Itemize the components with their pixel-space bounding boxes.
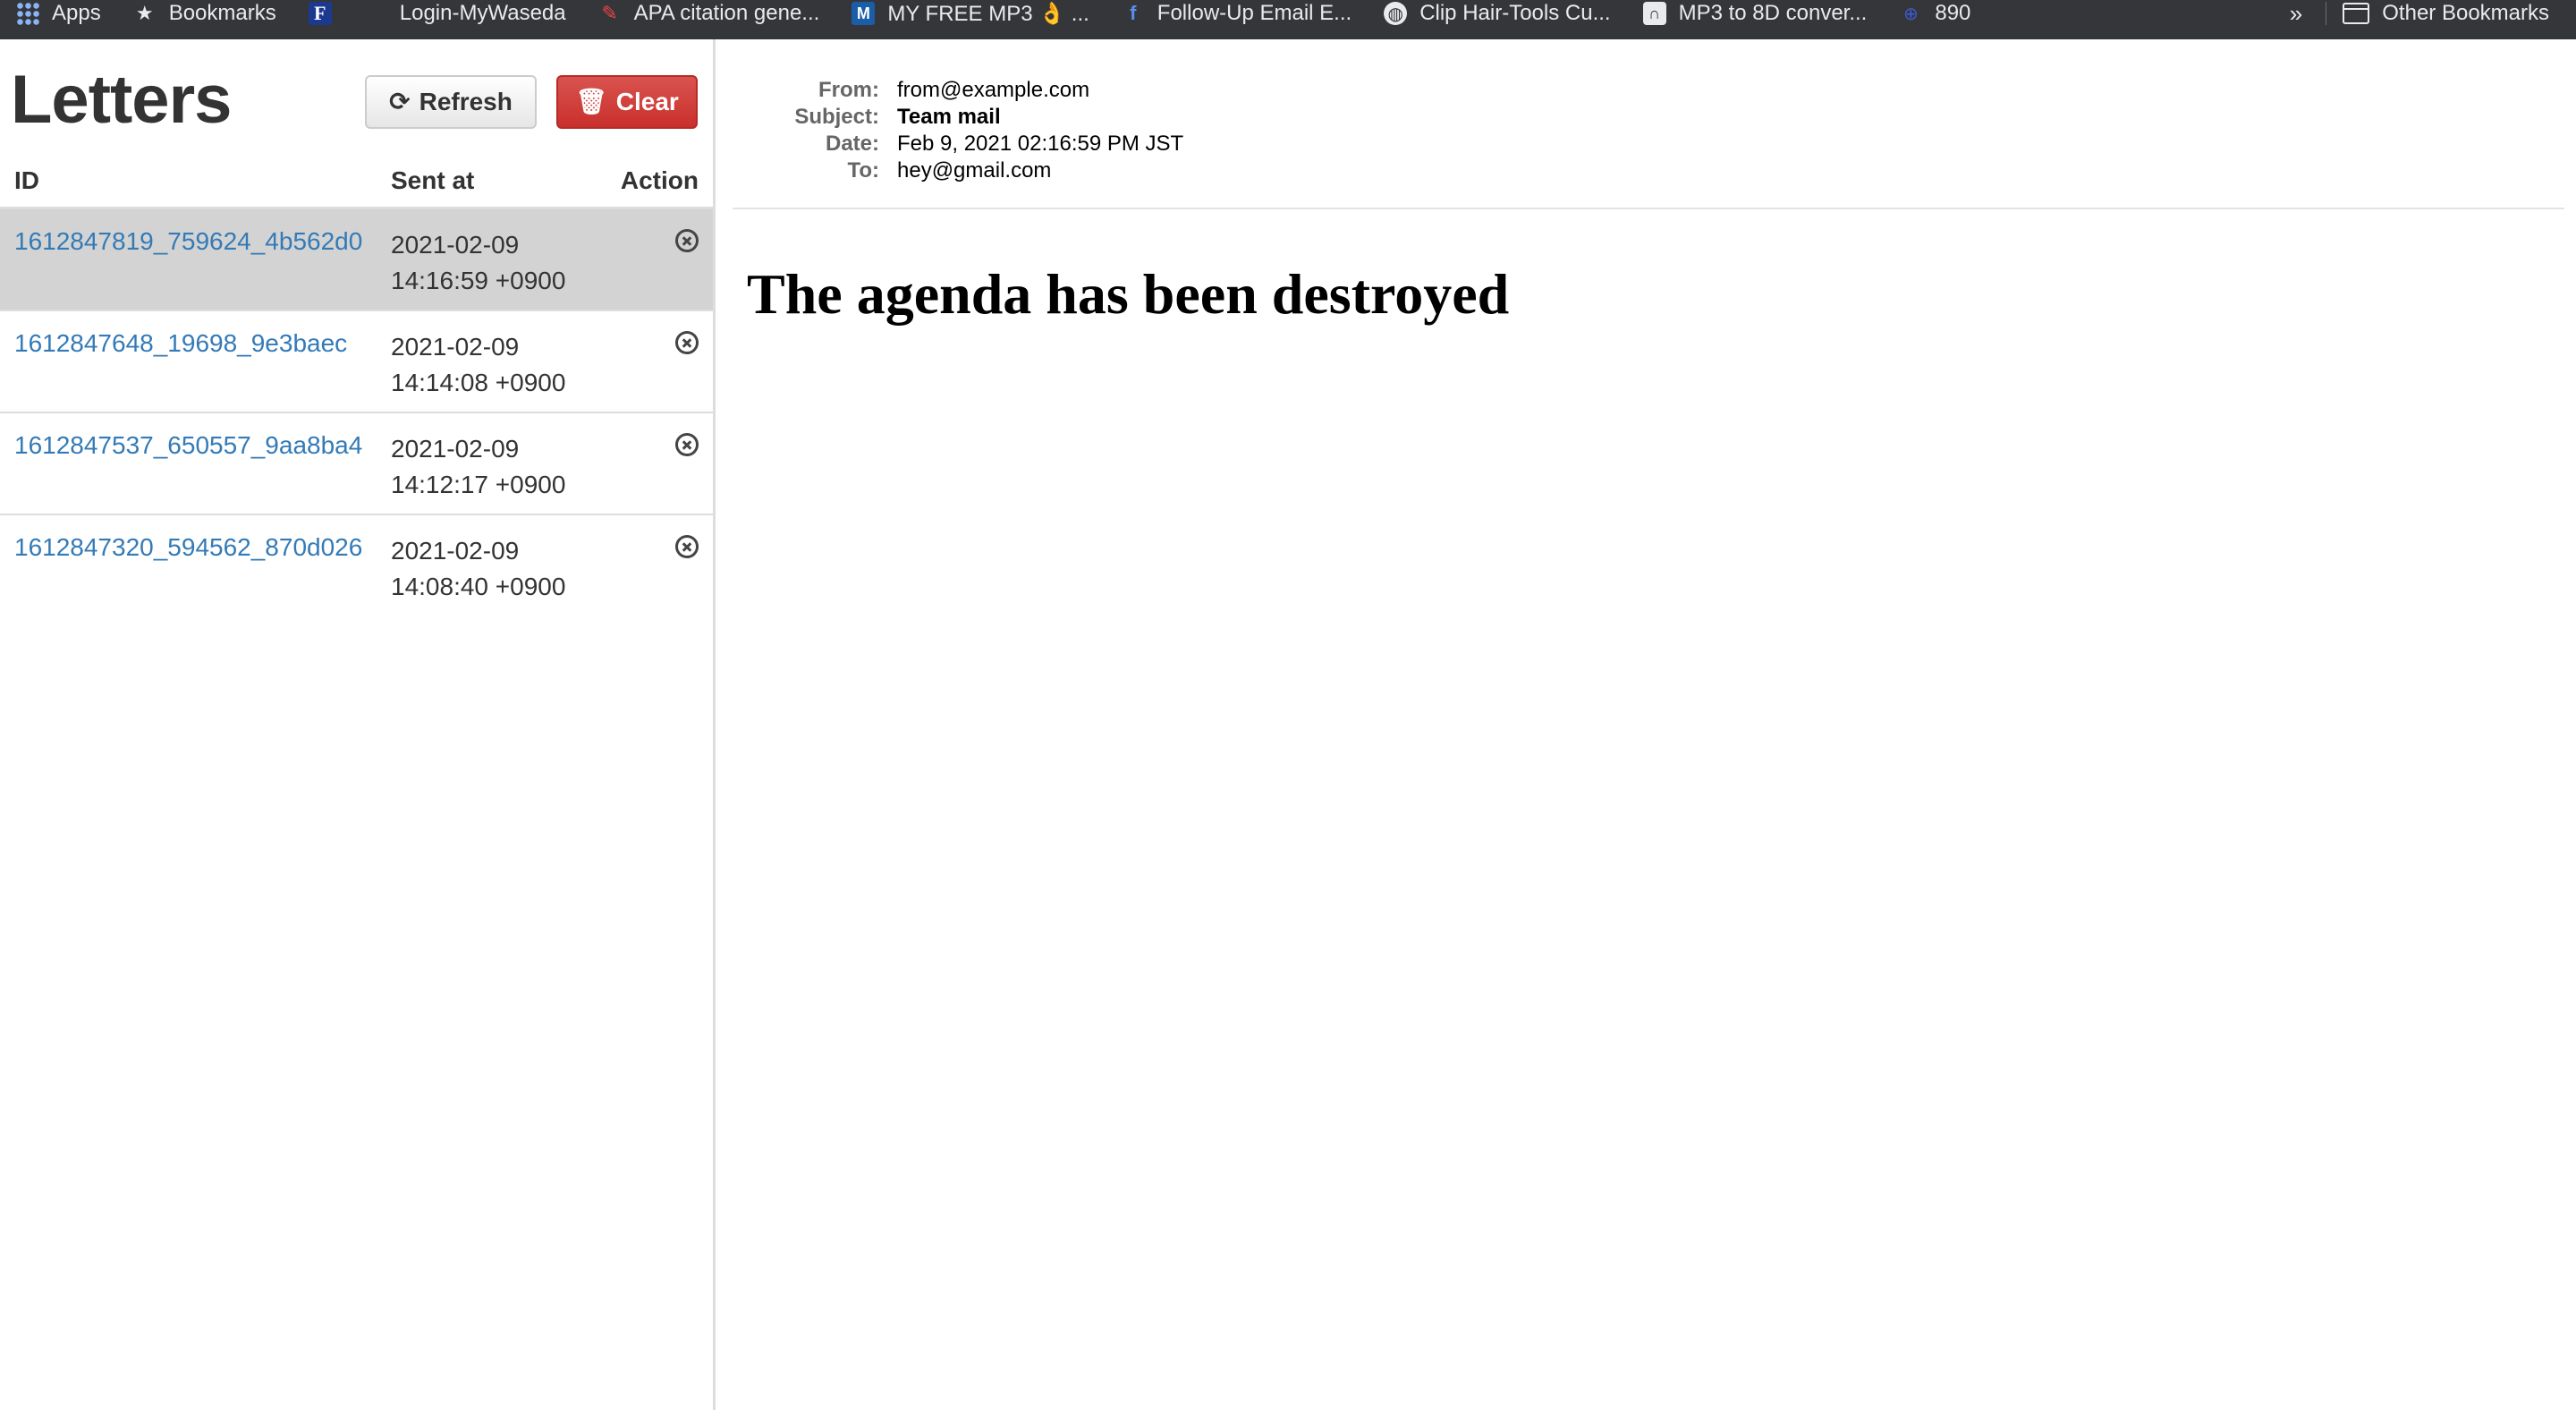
subject-label: Subject: <box>794 105 879 129</box>
from-label: From: <box>818 78 879 102</box>
bookmarks-overflow-button[interactable]: » <box>2277 0 2315 28</box>
bookmark-label: Follow-Up Email E... <box>1157 1 1352 25</box>
other-bookmarks[interactable]: Other Bookmarks <box>2337 1 2576 26</box>
letters-table: ID Sent at Action 1612847819_759624_4b56… <box>0 156 713 617</box>
table-row[interactable]: 1612847537_650557_9aa8ba4 2021-02-09 14:… <box>0 413 713 515</box>
sent-at: 2021-02-09 14:14:08 +0900 <box>391 329 565 401</box>
sent-at: 2021-02-09 14:12:17 +0900 <box>391 431 565 503</box>
table-row[interactable]: 1612847648_19698_9e3baec 2021-02-09 14:1… <box>0 311 713 413</box>
column-header-action: Action <box>620 166 699 194</box>
bookmark-f-site[interactable]: F <box>292 0 348 33</box>
header-subject: Subject: Team mail <box>718 104 1183 131</box>
sent-time: 14:12:17 +0900 <box>391 471 566 498</box>
headphones-icon: ∩ <box>1642 2 1666 25</box>
other-bookmarks-label: Other Bookmarks <box>2382 1 2549 25</box>
bookmark-label: APA citation gene... <box>633 1 820 25</box>
bookmark-label: Apps <box>52 1 101 25</box>
trash-icon: 🗑 <box>575 88 607 115</box>
letter-id-link[interactable]: 1612847537_650557_9aa8ba4 <box>14 431 362 460</box>
bookmark-label: MP3 to 8D conver... <box>1678 1 1868 25</box>
apa-icon: ✎ <box>601 2 618 24</box>
bookmark-my-free-mp3[interactable]: M MY FREE MP3 👌 ... <box>835 0 1105 33</box>
bookmark-clip-hair-tools[interactable]: ◍ Clip Hair-Tools Cu... <box>1368 0 1626 33</box>
sent-date: 2021-02-09 <box>391 231 520 259</box>
table-row[interactable]: 1612847819_759624_4b562d0 2021-02-09 14:… <box>0 209 713 311</box>
bookmark-890[interactable]: ⊕ 890 <box>1883 0 1987 33</box>
to-label: To: <box>847 158 879 183</box>
sent-time: 14:08:40 +0900 <box>391 573 566 600</box>
message-body: The agenda has been destroyed <box>747 262 1510 326</box>
apps-grid-icon <box>16 2 39 25</box>
star-icon: ★ <box>135 2 154 24</box>
to-value: hey@gmail.com <box>897 158 1052 183</box>
message-headers: From: from@example.com Subject: Team mai… <box>718 77 1183 184</box>
m-logo-icon: M <box>852 2 876 25</box>
bookmark-mp3-to-8d[interactable]: ∩ MP3 to 8D conver... <box>1627 0 1884 33</box>
header-to: To: hey@gmail.com <box>718 157 1183 184</box>
refresh-icon: ⟳ <box>389 88 411 115</box>
bookmark-follow-up-email[interactable]: f Follow-Up Email E... <box>1106 0 1368 33</box>
sent-at: 2021-02-09 14:16:59 +0900 <box>391 227 565 299</box>
bookmark-label: Clip Hair-Tools Cu... <box>1419 1 1611 25</box>
column-header-id: ID <box>14 166 39 194</box>
bookmark-login-mywaseda[interactable]: Login-MyWaseda <box>348 0 582 33</box>
bookmark-label: Login-MyWaseda <box>399 1 566 25</box>
subject-value: Team mail <box>897 105 1001 129</box>
refresh-label: Refresh <box>419 88 513 115</box>
from-value: from@example.com <box>897 78 1090 102</box>
sent-date: 2021-02-09 <box>391 435 520 463</box>
header-from: From: from@example.com <box>718 77 1183 104</box>
column-header-sent-at: Sent at <box>391 166 475 194</box>
blank-icon <box>364 2 387 25</box>
globe-icon: ◍ <box>1384 2 1408 25</box>
letter-id-link[interactable]: 1612847648_19698_9e3baec <box>14 329 347 358</box>
page-title: Letters <box>11 62 232 138</box>
bookmark-apps[interactable]: Apps <box>0 0 117 33</box>
sent-date: 2021-02-09 <box>391 537 520 565</box>
f-logo-icon: F <box>308 2 332 25</box>
sent-at: 2021-02-09 14:08:40 +0900 <box>391 533 565 605</box>
bookmark-label: MY FREE MP3 👌 ... <box>887 1 1089 26</box>
header-divider <box>733 208 2564 209</box>
clear-button[interactable]: 🗑 Clear <box>556 75 698 129</box>
site-icon: ⊕ <box>1902 4 1919 24</box>
sent-time: 14:14:08 +0900 <box>391 369 566 396</box>
bookmark-bookmarks[interactable]: ★ Bookmarks <box>117 0 292 33</box>
folder-icon <box>2343 3 2370 24</box>
letters-sidebar: Letters ⟳ Refresh 🗑 Clear ID Sent at Act… <box>0 39 716 1410</box>
date-label: Date: <box>825 132 879 156</box>
bookmark-label: Bookmarks <box>168 1 276 25</box>
letter-id-link[interactable]: 1612847819_759624_4b562d0 <box>14 227 362 256</box>
sent-time: 14:16:59 +0900 <box>391 267 566 294</box>
header-date: Date: Feb 9, 2021 02:16:59 PM JST <box>718 131 1183 157</box>
delete-icon[interactable] <box>675 331 699 354</box>
letter-id-link[interactable]: 1612847320_594562_870d026 <box>14 533 362 562</box>
delete-icon[interactable] <box>675 433 699 456</box>
bookmarks-bar: Apps ★ Bookmarks F Login-MyWaseda ✎ APA … <box>0 0 2576 39</box>
sent-date: 2021-02-09 <box>391 333 520 361</box>
bookmark-label: 890 <box>1935 1 1971 25</box>
table-row[interactable]: 1612847320_594562_870d026 2021-02-09 14:… <box>0 515 713 617</box>
message-view: From: from@example.com Subject: Team mai… <box>718 39 2576 1410</box>
bookmark-apa-citation[interactable]: ✎ APA citation gene... <box>582 0 836 33</box>
delete-icon[interactable] <box>675 535 699 558</box>
delete-icon[interactable] <box>675 229 699 252</box>
f-icon: f <box>1130 2 1137 24</box>
table-header: ID Sent at Action <box>0 156 713 209</box>
date-value: Feb 9, 2021 02:16:59 PM JST <box>897 132 1184 156</box>
refresh-button[interactable]: ⟳ Refresh <box>365 75 537 129</box>
clear-label: Clear <box>615 88 679 115</box>
